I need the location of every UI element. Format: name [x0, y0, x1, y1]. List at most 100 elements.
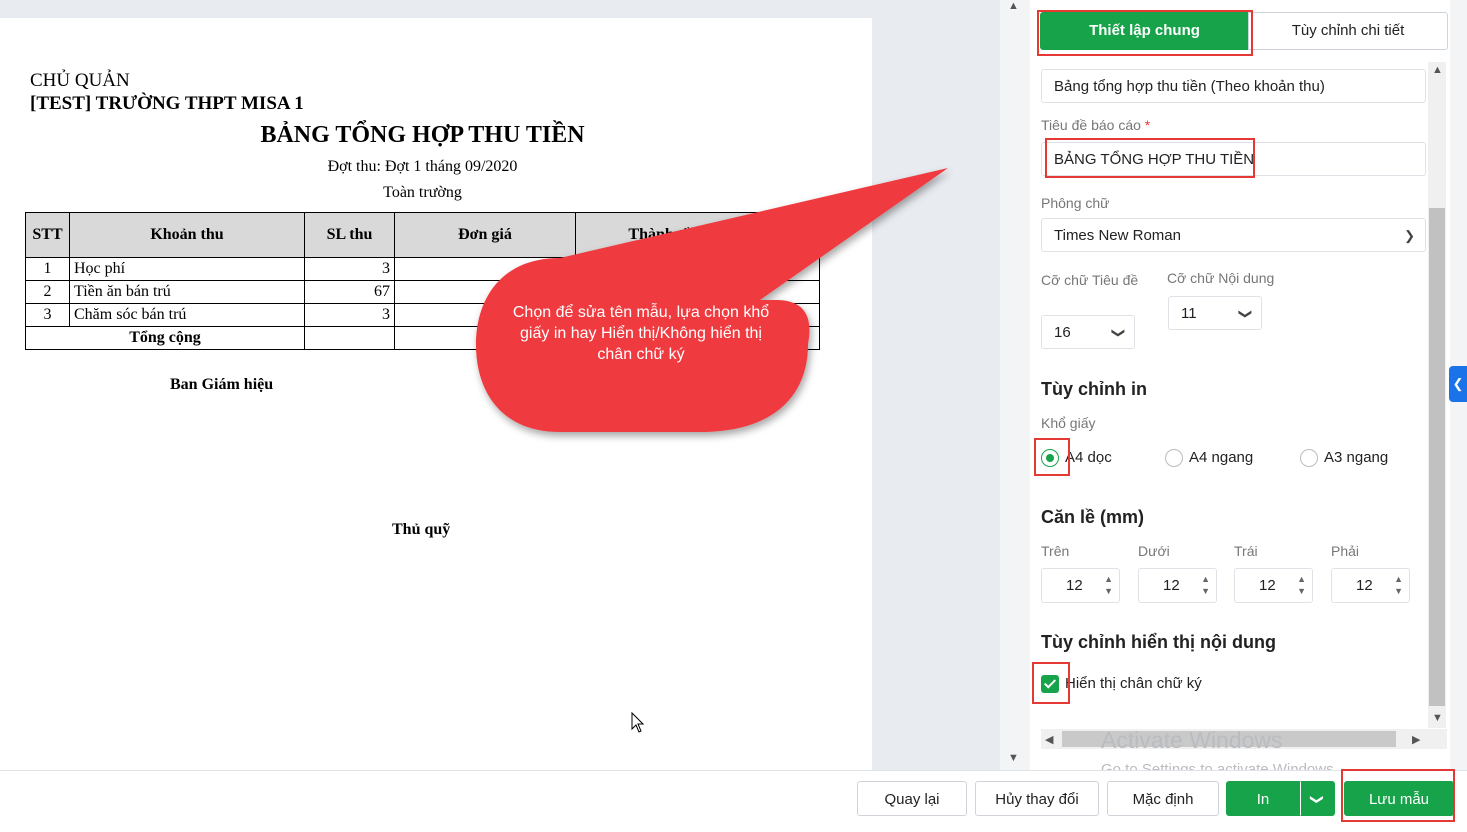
preview-scrollbar[interactable]: ▲ ▼: [1005, 0, 1021, 770]
highlight-signature-checkbox: [1032, 662, 1070, 704]
content-size-select[interactable]: 11 ❯: [1168, 296, 1262, 330]
signature-checkbox-label: Hiển thị chân chữ ký: [1065, 675, 1202, 692]
org-line-1: CHỦ QUẢN: [30, 70, 130, 91]
cell-stt: 2: [25, 280, 70, 304]
default-button[interactable]: Mặc định: [1107, 781, 1219, 816]
cell-item: Học phí: [69, 257, 305, 281]
radio-unchecked-icon: [1300, 449, 1318, 468]
required-mark: *: [1144, 117, 1151, 133]
table-header-row: STT Khoản thu SL thu Đơn giá Thành tiền …: [25, 212, 820, 258]
total-label: Tổng cộng: [25, 326, 305, 350]
cell-qty: 3: [304, 257, 395, 281]
signature-treasurer: Thủ quỹ: [392, 521, 451, 538]
highlight-save-button: [1341, 769, 1455, 822]
font-select-value: Times New Roman: [1054, 227, 1181, 244]
print-section-title: Tùy chỉnh in: [1041, 379, 1147, 399]
total-qty: [304, 326, 395, 350]
cell-note: [756, 280, 820, 304]
margin-left-stepper[interactable]: 12 ▲ ▼: [1234, 568, 1313, 603]
header-qty: SL thu: [304, 212, 395, 258]
title-size-label: Cỡ chữ Tiêu đề: [1041, 272, 1139, 288]
cell-stt: 1: [25, 257, 70, 281]
chevron-right-icon[interactable]: ▶: [1412, 733, 1420, 746]
margin-bottom-label: Dưới: [1138, 543, 1170, 559]
scroll-up-icon[interactable]: ▲: [1008, 0, 1019, 12]
cell-qty: 67: [304, 280, 395, 304]
chevron-down-icon[interactable]: ▼: [1432, 712, 1443, 724]
chevron-left-icon[interactable]: ◀: [1045, 733, 1053, 746]
report-period: Đợt thu: Đợt 1 tháng 09/2020: [327, 158, 518, 175]
table-row: 1 Học phí 3 90.000 270.000: [25, 257, 820, 281]
margin-left-label: Trái: [1234, 543, 1258, 559]
activate-windows-title: Activate Windows: [1101, 727, 1283, 753]
chevron-down-icon: ❯: [1404, 228, 1415, 243]
signature-board: Ban Giám hiệu: [170, 376, 274, 393]
table-row: 2 Tiền ăn bán trú 67: [25, 280, 820, 304]
radio-a3-landscape[interactable]: A3 ngang: [1300, 448, 1388, 468]
margin-right-label: Phải: [1331, 543, 1360, 559]
callout-text: Chọn để sửa tên mẫu, lựa chọn khổ giấy i…: [512, 304, 770, 363]
settings-scrollbar-thumb[interactable]: [1429, 208, 1445, 706]
title-size-select[interactable]: 16 ❯: [1041, 315, 1135, 349]
header-stt: STT: [25, 212, 70, 258]
cell-price: 90.000: [394, 257, 576, 281]
margin-right-stepper[interactable]: 12 ▲ ▼: [1331, 568, 1410, 603]
radio-label: A4 ngang: [1189, 449, 1254, 466]
chevron-down-icon: ❯: [1310, 794, 1325, 805]
margin-section-title: Căn lề (mm): [1041, 507, 1145, 527]
collapse-panel-button[interactable]: ❮: [1449, 366, 1467, 402]
header-item: Khoản thu: [69, 212, 305, 258]
report-title-label: Tiêu đề báo cáo *: [1041, 117, 1150, 133]
cell-price: [394, 280, 576, 304]
tab-detail-settings[interactable]: Tùy chỉnh chi tiết: [1248, 12, 1448, 50]
radio-label: A4 dọc: [1065, 449, 1112, 466]
margin-bottom-stepper[interactable]: 12 ▲ ▼: [1138, 568, 1217, 603]
radio-a4-landscape[interactable]: A4 ngang: [1165, 448, 1253, 468]
paper-size-label: Khổ giấy: [1041, 415, 1096, 431]
stepper-arrows-icon[interactable]: ▲ ▼: [1201, 573, 1210, 597]
report-title: BẢNG TỔNG HỢP THU TIỀN: [260, 122, 585, 148]
header-note: Ghi chú: [756, 212, 820, 258]
cancel-changes-button[interactable]: Hủy thay đổi: [975, 781, 1099, 816]
header-total: Thành tiền: [575, 212, 757, 258]
content-size-label: Cỡ chữ Nội dung: [1167, 270, 1275, 286]
font-label: Phông chữ: [1041, 195, 1110, 211]
margin-top-label: Trên: [1041, 543, 1070, 559]
cell-note: [756, 257, 820, 281]
highlight-paper-radio: [1034, 438, 1070, 476]
cell-item: Chăm sóc bán trú: [69, 303, 305, 327]
margin-bottom-value: 12: [1163, 577, 1180, 594]
cell-total: [575, 280, 757, 304]
margin-left-value: 12: [1259, 577, 1276, 594]
back-button[interactable]: Quay lại: [857, 781, 967, 816]
chevron-left-icon: ❮: [1452, 376, 1464, 391]
radio-label: A3 ngang: [1324, 449, 1389, 466]
highlight-general-tab: [1037, 10, 1253, 56]
stepper-arrows-icon[interactable]: ▲ ▼: [1104, 573, 1113, 597]
scroll-down-icon[interactable]: ▼: [1008, 752, 1019, 764]
template-name-input[interactable]: Bảng tổng hợp thu tiền (Theo khoản thu): [1041, 69, 1426, 103]
report-scope: Toàn trường: [383, 184, 462, 201]
chevron-down-icon: ❯: [1238, 308, 1254, 320]
chevron-down-icon: ❯: [1111, 327, 1127, 339]
display-section-title: Tùy chỉnh hiển thị nội dung: [1041, 632, 1276, 652]
cell-total: 270.000: [575, 257, 757, 281]
stepper-arrows-icon[interactable]: ▲ ▼: [1297, 573, 1306, 597]
margin-right-value: 12: [1356, 577, 1373, 594]
header-price: Đơn giá: [394, 212, 576, 258]
cell-item: Tiền ăn bán trú: [69, 280, 305, 304]
margin-top-value: 12: [1066, 577, 1083, 594]
org-line-2: [TEST] TRƯỜNG THPT MISA 1: [30, 93, 304, 114]
stepper-arrows-icon[interactable]: ▲ ▼: [1394, 573, 1403, 597]
chevron-up-icon[interactable]: ▲: [1432, 64, 1443, 76]
font-select[interactable]: Times New Roman ❯: [1041, 218, 1426, 252]
title-size-value: 16: [1054, 324, 1071, 341]
radio-unchecked-icon: [1165, 449, 1183, 468]
mouse-cursor-icon: [631, 712, 645, 733]
highlight-title-input: [1045, 138, 1255, 178]
cell-stt: 3: [25, 303, 70, 327]
print-options-button[interactable]: ❯: [1300, 781, 1335, 816]
cell-qty: 3: [304, 303, 395, 327]
margin-top-stepper[interactable]: 12 ▲ ▼: [1041, 568, 1120, 603]
print-button[interactable]: In: [1226, 781, 1300, 816]
